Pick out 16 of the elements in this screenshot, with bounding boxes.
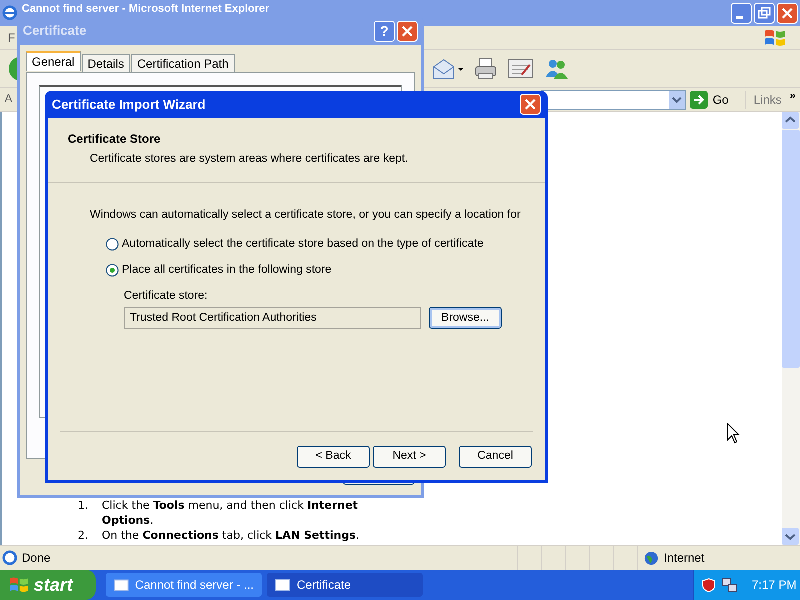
step-number: 1. bbox=[78, 498, 90, 514]
step-text: On the Connections tab, click LAN Settings. bbox=[102, 528, 361, 543]
zone-text: Internet bbox=[664, 550, 705, 567]
address-label: A bbox=[5, 92, 12, 108]
wizard-heading: Certificate Store bbox=[68, 131, 162, 148]
clock: 7:17 PM bbox=[752, 577, 797, 594]
store-label: Certificate store: bbox=[124, 289, 209, 304]
step-text: Click the Tools menu, and then click Internet Options. bbox=[102, 498, 360, 528]
wizard-subheading: Certificate stores are system areas where certificates are kept. bbox=[89, 152, 410, 167]
wizard-title: Certificate Import Wizard bbox=[52, 96, 206, 114]
step-number: 2. bbox=[78, 528, 90, 543]
window-title: Cannot find server - Microsoft Internet Explorer bbox=[22, 3, 270, 15]
dialog-title: Certificate bbox=[23, 22, 87, 40]
store-field: Trusted Root Certification Authorities bbox=[124, 307, 421, 330]
intro-text: Windows can automatically select a certificate store, or you can specify a location for bbox=[90, 208, 522, 224]
status-text: Done bbox=[22, 550, 52, 567]
